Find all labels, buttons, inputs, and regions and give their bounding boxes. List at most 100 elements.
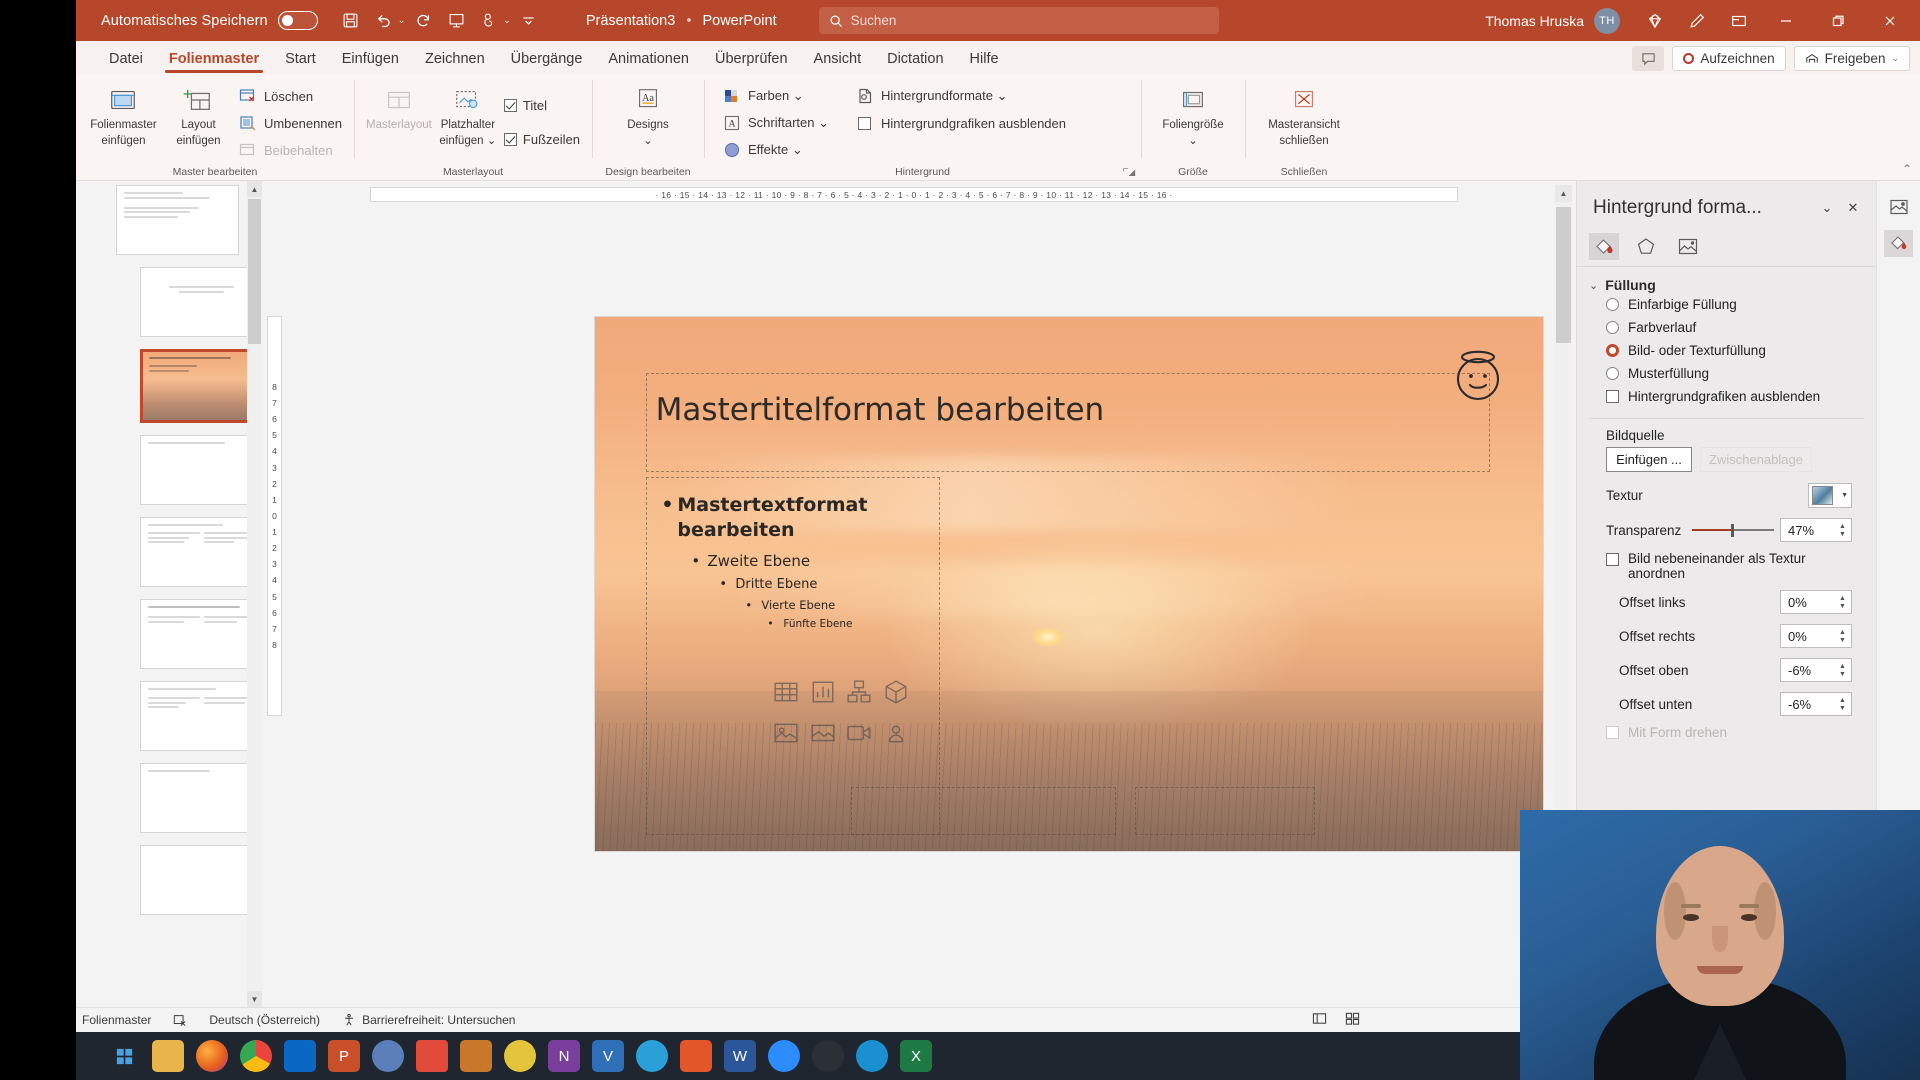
tab-einfuegen[interactable]: Einfügen	[329, 48, 412, 74]
publisher-icon[interactable]	[460, 1040, 492, 1072]
pattern-fill-radio[interactable]	[1606, 367, 1619, 380]
offset-right-spinner[interactable]: 0% ▲ ▼	[1780, 624, 1852, 648]
thumbnail-scroll-down-icon[interactable]: ▼	[247, 991, 262, 1007]
tab-start[interactable]: Start	[272, 48, 329, 74]
thumbnail-slide-5[interactable]	[140, 517, 262, 587]
word-icon[interactable]: W	[724, 1040, 756, 1072]
insert-picture-button[interactable]: Einfügen ...	[1606, 447, 1692, 472]
spinner-arrows[interactable]: ▲ ▼	[1836, 693, 1849, 715]
format-background-launcher-icon[interactable]	[1884, 230, 1913, 257]
snagit-icon[interactable]	[504, 1040, 536, 1072]
zoom-icon[interactable]	[768, 1040, 800, 1072]
undo-chevron-down-icon[interactable]: ⌄	[398, 15, 406, 26]
tab-folienmaster[interactable]: Folienmaster	[156, 48, 272, 74]
smiley-halo-icon[interactable]	[1447, 343, 1509, 405]
themes-button[interactable]: Aa Designs ⌄	[611, 80, 685, 148]
close-master-view-button[interactable]: Masteransicht schließen	[1257, 80, 1351, 148]
firefox-icon[interactable]	[196, 1040, 228, 1072]
fill-option-pattern[interactable]: Musterfüllung	[1589, 362, 1864, 385]
smartart-icon[interactable]	[844, 675, 875, 710]
tab-uebergaenge[interactable]: Übergänge	[498, 48, 596, 74]
transparency-slider[interactable]	[1692, 518, 1774, 542]
hide-bg-graphics-pane-checkbox[interactable]	[1606, 390, 1619, 403]
tab-hilfe[interactable]: Hilfe	[957, 48, 1012, 74]
slide-body-text[interactable]: Mastertextformat bearbeiten Zweite Ebene…	[661, 493, 945, 629]
themes-chevron-down-icon[interactable]: ⌄	[643, 135, 653, 148]
icons-icon[interactable]	[881, 716, 912, 751]
fill-option-solid[interactable]: Einfarbige Füllung	[1589, 293, 1864, 316]
colors-button[interactable]: Farben ⌄	[722, 85, 829, 107]
touch-icon[interactable]	[474, 7, 504, 35]
document-title[interactable]: Präsentation3 • PowerPoint	[586, 13, 777, 29]
autosave-toggle[interactable]	[277, 11, 318, 30]
solid-fill-radio[interactable]	[1606, 298, 1619, 311]
excel-icon[interactable]: X	[900, 1040, 932, 1072]
hide-background-graphics-row[interactable]: Hintergrundgrafiken ausblenden	[855, 112, 1066, 134]
picture-icon[interactable]	[1673, 233, 1703, 260]
thumbnail-scrollbar[interactable]: ▲ ▼	[247, 181, 262, 1007]
slide-canvas[interactable]: Mastertitelformat bearbeiten Mastertextf…	[595, 317, 1543, 851]
editor-scroll-thumb[interactable]	[1556, 207, 1571, 343]
hide-bg-graphics-checkbox[interactable]	[858, 116, 872, 130]
fill-section-header[interactable]: ⌄ Füllung	[1589, 277, 1864, 293]
spinner-arrows[interactable]: ▲ ▼	[1836, 519, 1849, 541]
pen-icon[interactable]	[1678, 4, 1716, 38]
thumbnail-slide-4[interactable]	[140, 435, 262, 505]
fill-option-gradient[interactable]: Farbverlauf	[1589, 316, 1864, 339]
tile-picture-checkbox[interactable]	[1606, 553, 1619, 566]
fusszeilen-checkbox-row[interactable]: Fußzeilen	[503, 128, 580, 150]
offset-top-spinner[interactable]: -6% ▲ ▼	[1780, 658, 1852, 682]
insert-layout-button[interactable]: Layout einfügen	[163, 80, 234, 148]
tile-picture-row[interactable]: Bild nebeneinander als Textur anordnen	[1589, 547, 1864, 585]
explorer-icon[interactable]	[152, 1040, 184, 1072]
thumbnail-slide-7[interactable]	[140, 681, 262, 751]
hide-background-graphics-pane-row[interactable]: Hintergrundgrafiken ausblenden	[1589, 385, 1864, 408]
picture-texture-fill-radio[interactable]	[1606, 344, 1619, 357]
chart-icon[interactable]	[808, 675, 839, 710]
spinner-arrows[interactable]: ▲ ▼	[1836, 591, 1849, 613]
user-account[interactable]: Thomas Hruska TH	[1485, 7, 1620, 34]
outlook-icon[interactable]	[284, 1040, 316, 1072]
thumbnail-slide-3[interactable]	[140, 349, 262, 423]
spinner-arrows[interactable]: ▲ ▼	[1836, 625, 1849, 647]
spellcheck-icon[interactable]	[173, 1013, 187, 1027]
background-styles-button[interactable]: Hintergrundformate ⌄	[855, 85, 1066, 107]
effects-pentagon-icon[interactable]	[1631, 233, 1661, 260]
slide-size-button[interactable]: Foliengröße ⌄	[1153, 80, 1233, 148]
touch-chevron-down-icon[interactable]: ⌄	[503, 15, 511, 26]
footer-placeholder-frame-left[interactable]	[850, 786, 1117, 835]
ribbon-collapse-chevron-up-icon[interactable]: ⌃	[1902, 162, 1912, 176]
avatar[interactable]: TH	[1594, 7, 1620, 34]
texture-chevron-down-icon[interactable]: ▼	[1841, 492, 1848, 499]
close-icon[interactable]: ✕	[1840, 195, 1866, 221]
video-icon[interactable]	[844, 716, 875, 751]
chrome-icon[interactable]	[240, 1040, 272, 1072]
thumbnail-slide-2[interactable]	[140, 267, 262, 337]
undo-icon[interactable]	[369, 7, 399, 35]
slide-sorter-icon[interactable]	[1345, 1011, 1360, 1029]
ribbon-display-icon[interactable]	[1720, 4, 1758, 38]
insert-placeholder-button[interactable]: Platzhalter einfügen ⌄	[436, 80, 500, 148]
fill-bucket-icon[interactable]	[1589, 233, 1619, 260]
onenote-icon[interactable]: N	[548, 1040, 580, 1072]
redo-icon[interactable]	[408, 7, 438, 35]
save-icon[interactable]	[336, 7, 366, 35]
slide-title-text[interactable]: Mastertitelformat bearbeiten	[656, 392, 1105, 428]
status-accessibility[interactable]: Barrierefreiheit: Untersuchen	[342, 1013, 515, 1027]
offset-bottom-spinner[interactable]: -6% ▲ ▼	[1780, 692, 1852, 716]
content-placeholder-icons[interactable]	[771, 675, 911, 750]
status-language[interactable]: Deutsch (Österreich)	[209, 1013, 320, 1027]
chevron-down-icon[interactable]: ⌄	[1814, 195, 1840, 221]
present-icon[interactable]	[441, 7, 471, 35]
titel-checkbox-row[interactable]: Titel	[503, 94, 580, 116]
picture-icon[interactable]	[771, 716, 802, 751]
effects-button[interactable]: Effekte ⌄	[722, 139, 829, 161]
editor-scroll-up-icon[interactable]: ▲	[1555, 185, 1572, 202]
texture-picker-button[interactable]: ▼	[1808, 483, 1852, 508]
insert-slide-master-button[interactable]: Folienmaster einfügen	[88, 80, 159, 148]
3d-model-icon[interactable]	[881, 675, 912, 710]
tab-datei[interactable]: Datei	[96, 48, 156, 74]
fonts-button[interactable]: A Schriftarten ⌄	[722, 112, 829, 134]
camtasia-icon[interactable]	[372, 1040, 404, 1072]
thumbnail-scroll-thumb[interactable]	[248, 199, 261, 344]
